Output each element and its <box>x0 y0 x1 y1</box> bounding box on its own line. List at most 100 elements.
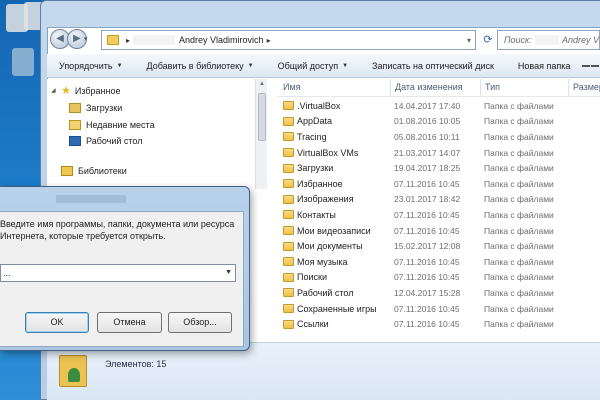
toolbar-button[interactable]: Упорядочить ▼ <box>47 61 135 71</box>
file-row[interactable]: Поиски 07.11.2016 10:45 Папка с файлами <box>278 270 600 286</box>
command-bar: Упорядочить ▼ Добавить в библиотеку ▼ Общий … <box>47 54 600 78</box>
run-command-input[interactable]: ... ▼ <box>0 264 236 282</box>
view-options-icon[interactable] <box>582 64 600 67</box>
file-row[interactable]: Изображения 23.01.2017 18:42 Папка с файла… <box>278 192 600 208</box>
scrollbar-thumb[interactable] <box>258 93 266 141</box>
redacted-text <box>534 35 559 45</box>
toolbar-button[interactable]: Записать на оптический диск <box>360 61 506 71</box>
file-name: Рабочий стол <box>297 287 354 298</box>
file-type: Папка с файлами <box>484 256 554 267</box>
nav-recent[interactable]: Недавние места <box>69 117 155 132</box>
star-icon: ★ <box>61 85 71 97</box>
search-input[interactable]: Поиск: Andrey V <box>497 30 600 50</box>
folder-icon <box>283 226 294 236</box>
file-name: Изображения <box>297 194 354 205</box>
file-row[interactable]: Рабочий стол 12.04.2017 15:28 Папка с файл… <box>278 285 600 301</box>
file-date: 23.01.2017 18:42 <box>394 194 461 205</box>
file-date: 05.08.2016 10:11 <box>394 131 460 142</box>
file-date: 01.08.2016 10:05 <box>394 116 461 127</box>
breadcrumb-separator-icon[interactable]: ▸ <box>267 36 271 45</box>
nav-downloads[interactable]: Загрузки <box>69 100 122 115</box>
file-date: 12.04.2017 15:28 <box>394 287 461 298</box>
file-list: .VirtualBox 14.04.2017 17:40 Папка с файла… <box>278 98 600 340</box>
dialog-body: Введите имя программы, папки, документа … <box>0 211 244 347</box>
nav-favorites[interactable]: ◢ ★ Избранное <box>51 83 121 98</box>
column-header-name[interactable]: Имя <box>283 82 301 92</box>
chevron-down-icon: ▼ <box>342 62 349 69</box>
file-row[interactable]: Ссылки 07.11.2016 10:45 Папка с файлами <box>278 316 600 332</box>
file-name: Ссылки <box>297 319 329 330</box>
navigation-scrollbar[interactable]: ▲ <box>255 79 267 189</box>
toolbar-button-label: Добавить в библиотеку <box>146 60 244 71</box>
nav-libraries[interactable]: Библиотеки <box>61 163 127 178</box>
file-name: Моя музыка <box>297 256 348 267</box>
toolbar-button[interactable]: Добавить в библиотеку ▼ <box>135 61 266 71</box>
column-header-type[interactable]: Тип <box>485 82 500 92</box>
toolbar-button-label: Упорядочить <box>59 60 113 71</box>
file-type: Папка с файлами <box>484 194 554 205</box>
column-divider[interactable] <box>390 79 391 97</box>
file-date: 07.11.2016 10:45 <box>394 256 460 267</box>
scroll-up-icon[interactable]: ▲ <box>259 81 265 87</box>
column-header-size[interactable]: Размер <box>573 82 600 92</box>
chevron-down-icon[interactable]: ▼ <box>225 269 232 276</box>
file-row[interactable]: Избранное 07.11.2016 10:45 Папка с файлами <box>278 176 600 192</box>
file-date: 07.11.2016 10:45 <box>394 303 460 314</box>
file-row[interactable]: AppData 01.08.2016 10:05 Папка с файлами <box>278 114 600 130</box>
folder-icon <box>283 210 294 220</box>
browse-button[interactable]: Обзор... <box>168 312 232 333</box>
desktop-shortcut-icon[interactable] <box>12 48 34 76</box>
file-row[interactable]: Мои видеозаписи 07.11.2016 10:45 Папка с ф… <box>278 223 600 239</box>
file-row[interactable]: .VirtualBox 14.04.2017 17:40 Папка с файла… <box>278 98 600 114</box>
file-name: .VirtualBox <box>297 100 341 111</box>
toolbar-button[interactable]: Новая папка <box>506 61 582 71</box>
folder-icon <box>283 179 294 189</box>
file-type: Папка с файлами <box>484 178 554 189</box>
folder-icon <box>283 272 294 282</box>
nav-downloads-label: Загрузки <box>86 102 123 113</box>
file-row[interactable]: Контакты 07.11.2016 10:45 Папка с файлами <box>278 207 600 223</box>
file-row[interactable]: Tracing 05.08.2016 10:11 Папка с файлами <box>278 129 600 145</box>
dialog-title-bar[interactable] <box>0 187 250 207</box>
file-name: Контакты <box>297 209 336 220</box>
breadcrumb-separator-icon[interactable]: ▸ <box>126 36 130 45</box>
address-dropdown-icon[interactable]: ▾ <box>467 36 471 45</box>
file-name: VirtualBox VMs <box>297 147 359 158</box>
file-date: 07.11.2016 10:45 <box>394 225 460 236</box>
file-row[interactable]: Мои документы 15.02.2017 12:08 Папка с фай… <box>278 238 600 254</box>
file-type: Папка с файлами <box>484 163 554 174</box>
nav-desktop[interactable]: Рабочий стол <box>69 133 143 148</box>
file-name: Сохраненные игры <box>297 303 377 314</box>
ok-button[interactable]: OK <box>25 312 89 333</box>
recent-places-icon <box>69 119 81 130</box>
file-name: Мои видеозаписи <box>297 225 371 236</box>
user-icon <box>68 368 80 382</box>
column-divider[interactable] <box>480 79 481 97</box>
chevron-down-icon: ▼ <box>247 62 254 69</box>
libraries-icon <box>61 165 73 176</box>
file-date: 15.02.2017 12:08 <box>394 241 461 252</box>
folder-icon <box>107 35 119 45</box>
run-dialog: Введите имя программы, папки, документа … <box>0 186 250 351</box>
file-row[interactable]: Сохраненные игры 07.11.2016 10:45 Папка с … <box>278 301 600 317</box>
address-bar[interactable]: ▸ Andrey Vladimirovich ▸ ▾ <box>101 30 476 50</box>
recent-pages-dropdown[interactable]: ▾ <box>84 35 90 43</box>
breadcrumb-user[interactable]: Andrey Vladimirovich <box>179 35 264 45</box>
column-divider[interactable] <box>568 79 569 97</box>
redacted-text <box>133 35 176 45</box>
navigation-pane: ◢ ★ Избранное Загрузки Недавние места Ра… <box>47 79 255 189</box>
nav-desktop-label: Рабочий стол <box>86 135 143 146</box>
cancel-button[interactable]: Отмена <box>97 312 162 333</box>
toolbar-button-label: Новая папка <box>517 60 571 71</box>
file-row[interactable]: Загрузки 19.04.2017 18:25 Папка с файлами <box>278 160 600 176</box>
file-name: Загрузки <box>297 163 334 174</box>
toolbar-button[interactable]: Общий доступ ▼ <box>266 61 360 71</box>
collapse-icon[interactable]: ◢ <box>51 87 59 94</box>
refresh-button[interactable]: ⟳ <box>480 31 496 49</box>
file-date: 21.03.2017 14:07 <box>394 147 461 158</box>
file-row[interactable]: VirtualBox VMs 21.03.2017 14:07 Папка с фа… <box>278 145 600 161</box>
column-header-date[interactable]: Дата изменения <box>395 82 463 92</box>
toolbar-button-label: Общий доступ <box>277 60 339 71</box>
file-row[interactable]: Моя музыка 07.11.2016 10:45 Папка с файлам… <box>278 254 600 270</box>
user-folder-icon <box>59 355 87 387</box>
